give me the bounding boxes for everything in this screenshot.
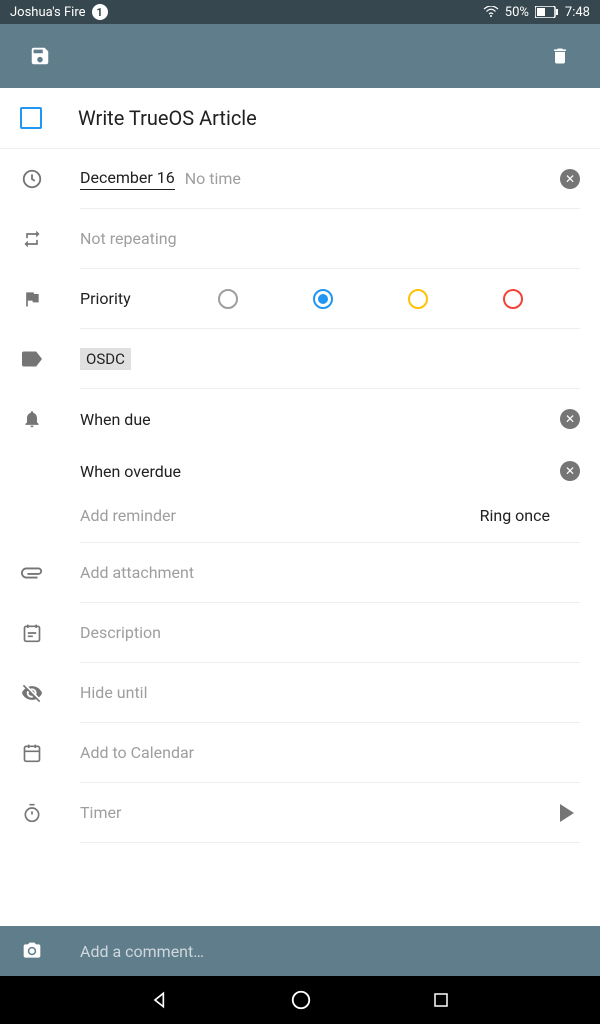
hide-until-field[interactable]: Hide until [80, 683, 147, 702]
description-field[interactable]: Description [80, 623, 161, 642]
priority-none[interactable] [218, 289, 238, 309]
repeat-icon [20, 229, 44, 249]
nav-back-button[interactable] [150, 990, 170, 1010]
clock-time: 7:48 [565, 5, 590, 20]
nav-home-button[interactable] [290, 989, 312, 1011]
comment-bar[interactable]: Add a comment… [0, 926, 600, 976]
tag-icon [20, 351, 44, 367]
due-date-field[interactable]: December 16 [80, 168, 175, 190]
due-time-field[interactable]: No time [185, 169, 241, 188]
delete-button[interactable] [540, 36, 580, 76]
priority-label: Priority [80, 289, 180, 308]
reminder-when-due[interactable]: When due [80, 410, 151, 429]
reminder-mode[interactable]: Ring once [480, 506, 550, 525]
wifi-icon [483, 6, 499, 18]
save-button[interactable] [20, 36, 60, 76]
hide-icon [20, 682, 44, 704]
android-nav-bar [0, 976, 600, 1024]
calendar-icon [20, 743, 44, 763]
tag-chip[interactable]: OSDC [80, 348, 131, 370]
app-bar [0, 24, 600, 88]
add-reminder[interactable]: Add reminder [80, 506, 176, 525]
notification-count-badge: 1 [92, 4, 108, 20]
nav-recent-button[interactable] [432, 991, 450, 1009]
task-title[interactable]: Write TrueOS Article [78, 106, 257, 130]
timer-icon [20, 802, 44, 824]
clear-date-button[interactable] [560, 169, 580, 189]
attachment-field[interactable]: Add attachment [80, 563, 194, 582]
calendar-field[interactable]: Add to Calendar [80, 743, 194, 762]
battery-icon [535, 6, 559, 18]
flag-icon [20, 289, 44, 309]
priority-high[interactable] [503, 289, 523, 309]
device-name: Joshua's Fire [10, 5, 86, 20]
complete-checkbox[interactable] [20, 107, 42, 129]
status-bar: Joshua's Fire 1 50% 7:48 [0, 0, 600, 24]
attachment-icon [20, 567, 44, 579]
timer-play-button[interactable] [560, 804, 574, 822]
clear-reminder-overdue-button[interactable] [560, 461, 580, 481]
clear-reminder-due-button[interactable] [560, 409, 580, 429]
reminder-when-overdue[interactable]: When overdue [80, 462, 181, 481]
clock-icon [20, 168, 44, 190]
description-icon [20, 623, 44, 643]
comment-input[interactable]: Add a comment… [80, 942, 204, 961]
repeat-field[interactable]: Not repeating [80, 229, 177, 248]
priority-medium[interactable] [408, 289, 428, 309]
camera-icon[interactable] [20, 941, 44, 961]
battery-percent: 50% [505, 5, 529, 20]
task-title-row[interactable]: Write TrueOS Article [0, 88, 600, 149]
priority-low[interactable] [313, 289, 333, 309]
bell-icon [20, 409, 44, 429]
timer-field[interactable]: Timer [80, 803, 121, 822]
